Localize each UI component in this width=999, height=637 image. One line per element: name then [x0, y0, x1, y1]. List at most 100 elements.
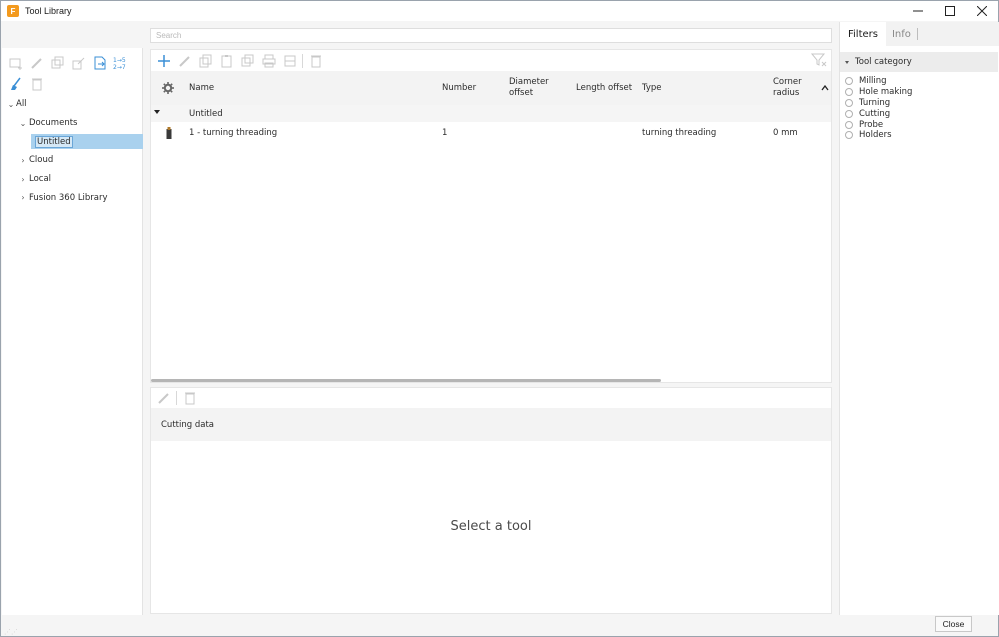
duplicate-tool-button[interactable]: [237, 51, 258, 71]
window-title: Tool Library: [25, 6, 72, 16]
table-header: Name Number Diameter offset Length offse…: [151, 71, 831, 105]
export-library-button[interactable]: [68, 52, 89, 73]
group-row-untitled[interactable]: Untitled: [151, 105, 831, 122]
chevron-right-icon[interactable]: ›: [18, 193, 28, 202]
radio-button[interactable]: [845, 131, 853, 140]
category-turning[interactable]: Turning: [845, 98, 912, 109]
tree-item-cloud[interactable]: › Cloud: [2, 151, 143, 170]
radio-button[interactable]: [845, 109, 853, 118]
category-milling[interactable]: Milling: [845, 76, 912, 87]
sort-ascending-icon[interactable]: [821, 71, 829, 105]
cutting-data-header: Cutting data: [151, 408, 831, 441]
chevron-right-icon[interactable]: ›: [18, 156, 28, 165]
toolbar-separator: [302, 54, 303, 68]
resize-grip-icon[interactable]: ⋰⋰: [4, 628, 18, 636]
tool-category-header[interactable]: Tool category: [840, 52, 998, 72]
edit-cutting-button[interactable]: [153, 388, 174, 409]
horizontal-scrollbar[interactable]: [151, 379, 661, 382]
column-settings-button[interactable]: [162, 71, 174, 105]
column-header-number[interactable]: Number: [442, 71, 476, 105]
tab-filters[interactable]: Filters: [840, 22, 886, 46]
print-tool-button[interactable]: [258, 51, 279, 71]
import-library-button[interactable]: [89, 52, 110, 73]
column-header-diameter-offset[interactable]: Diameter offset: [509, 71, 549, 105]
library-tree: ⌄ All ⌄ Documents Untitled › Cloud › Loc…: [2, 95, 143, 207]
category-probe[interactable]: Probe: [845, 119, 912, 130]
svg-text:2→7: 2→7: [113, 64, 126, 70]
radio-button[interactable]: [845, 120, 853, 129]
new-library-button[interactable]: [5, 52, 26, 73]
category-hole-making[interactable]: Hole making: [845, 87, 912, 98]
column-header-corner-radius[interactable]: Corner radius: [773, 71, 802, 105]
close-window-button[interactable]: [966, 1, 998, 21]
radio-button[interactable]: [845, 77, 853, 86]
cutting-toolbar: [151, 388, 831, 408]
tree-item-untitled[interactable]: Untitled: [2, 132, 143, 151]
tool-table-panel: Name Number Diameter offset Length offse…: [150, 49, 832, 383]
column-header-label: Corner: [773, 77, 802, 87]
delete-cutting-button[interactable]: [179, 388, 200, 409]
search-input[interactable]: Search: [150, 28, 832, 43]
column-header-type[interactable]: Type: [642, 71, 662, 105]
copy-tool-button[interactable]: [195, 51, 216, 71]
duplicate-library-button[interactable]: [47, 52, 68, 73]
category-holders[interactable]: Holders: [845, 130, 912, 141]
minimize-button[interactable]: [902, 1, 934, 21]
column-header-length-offset[interactable]: Length offset: [576, 71, 632, 105]
radio-label: Milling: [859, 76, 887, 87]
pencil-icon: [30, 57, 42, 69]
empty-state-message: Select a tool: [450, 519, 532, 534]
rename-library-button[interactable]: [26, 52, 47, 73]
delete-tool-button[interactable]: [305, 51, 326, 71]
renumber-tool-button[interactable]: [279, 51, 300, 71]
radio-label: Holders: [859, 130, 892, 141]
delete-library-button[interactable]: [26, 73, 47, 94]
radio-label: Hole making: [859, 87, 913, 98]
turning-tool-icon: [166, 127, 172, 139]
tree-item-documents[interactable]: ⌄ Documents: [2, 114, 143, 133]
tree-item-fusion-library[interactable]: › Fusion 360 Library: [2, 188, 143, 207]
tree-item-local[interactable]: › Local: [2, 170, 143, 189]
filters-panel: Filters Info Tool category Milling Hole …: [839, 22, 999, 615]
renumber-button[interactable]: 1→5 2→7: [110, 52, 131, 73]
column-header-label: radius: [773, 88, 800, 98]
table-row[interactable]: 1 - turning threading 1 turning threadin…: [151, 124, 831, 142]
import-icon: [94, 56, 105, 69]
trash-icon: [31, 78, 42, 90]
add-tool-button[interactable]: [153, 51, 174, 71]
duplicate-icon: [51, 56, 63, 68]
close-button[interactable]: Close: [935, 616, 972, 632]
column-header-name[interactable]: Name: [189, 71, 214, 105]
gear-icon: [162, 82, 174, 94]
edit-tool-button[interactable]: [174, 51, 195, 71]
pencil-icon: [157, 393, 169, 404]
category-cutting[interactable]: Cutting: [845, 108, 912, 119]
svg-text:1→5: 1→5: [113, 57, 126, 64]
chevron-right-icon[interactable]: ›: [18, 175, 28, 184]
chevron-down-icon[interactable]: ⌄: [18, 119, 28, 128]
minimize-icon: [913, 10, 923, 12]
export-icon: [72, 57, 84, 69]
clear-filter-button[interactable]: [810, 53, 827, 70]
trash-icon: [184, 392, 195, 405]
radio-label: Cutting: [859, 108, 891, 119]
window-controls: [902, 1, 998, 21]
radio-button[interactable]: [845, 88, 853, 97]
column-header-label: offset: [509, 88, 534, 98]
tree-item-label: Cloud: [29, 155, 54, 166]
maximize-button[interactable]: [934, 1, 966, 21]
radio-label: Turning: [859, 97, 891, 108]
cell-corner-radius: 0 mm: [773, 128, 798, 138]
chevron-down-icon[interactable]: ⌄: [6, 100, 16, 109]
clean-library-button[interactable]: [5, 73, 26, 94]
category-header-label: Tool category: [855, 57, 912, 67]
tab-info[interactable]: Info: [886, 28, 918, 40]
chevron-up-icon: [821, 85, 829, 91]
tree-item-label: Fusion 360 Library: [29, 192, 108, 203]
paste-tool-button[interactable]: [216, 51, 237, 71]
column-header-label: Type: [642, 82, 662, 93]
tree-item-all[interactable]: ⌄ All: [2, 95, 143, 114]
radio-button[interactable]: [845, 98, 853, 107]
collapse-triangle-icon: [845, 60, 849, 64]
collapse-triangle-icon[interactable]: [154, 110, 160, 114]
